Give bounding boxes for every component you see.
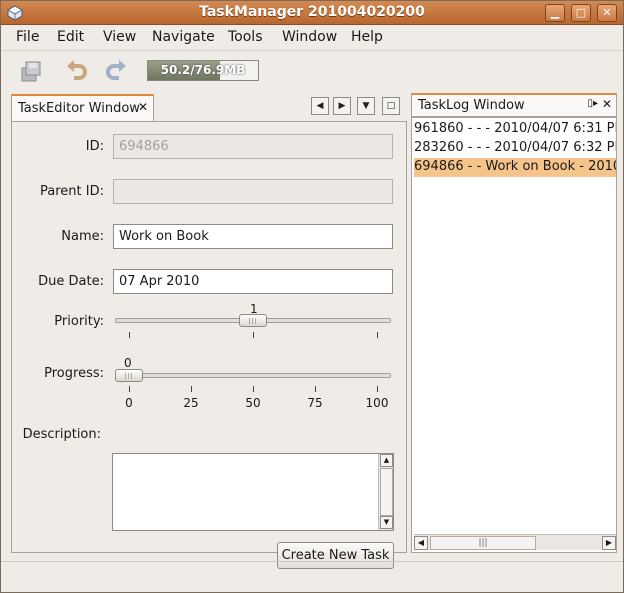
task-editor-panel: TaskEditor Window ✕ ◀ ▶ ▼ □ ID: 694866 P… — [10, 93, 407, 569]
menu-edit[interactable]: Edit — [57, 29, 84, 45]
scroll-thumb[interactable]: ||| — [430, 536, 536, 550]
menu-tools[interactable]: Tools — [228, 29, 263, 45]
scroll-right-button[interactable]: ▶ — [333, 97, 351, 115]
progress-tick-label: 25 — [183, 396, 199, 410]
priority-tick — [253, 332, 254, 338]
due-date-field[interactable]: 07 Apr 2010 — [113, 269, 393, 294]
list-item-selected[interactable]: 694866 - - Work on Book - 2010/04/07 — [414, 158, 616, 177]
minimize-panel-icon[interactable]: ▯▸ — [587, 98, 598, 109]
redo-icon[interactable] — [104, 59, 128, 83]
close-window-button[interactable]: ✕ — [597, 4, 617, 22]
progress-tick-label: 100 — [365, 396, 389, 410]
tab-task-editor[interactable]: TaskEditor Window ✕ — [11, 94, 154, 122]
tab-list-button[interactable]: ▼ — [357, 97, 375, 115]
id-label: ID: — [85, 139, 104, 154]
close-icon[interactable]: ✕ — [602, 97, 612, 111]
scroll-left-icon[interactable]: ◀ — [414, 536, 428, 550]
progress-tick-label: 75 — [307, 396, 323, 410]
undo-icon[interactable] — [65, 59, 89, 83]
id-field: 694866 — [113, 134, 393, 159]
title-bar: TaskManager 201004020200 ▁ □ ✕ — [1, 1, 623, 25]
tasklog-hscrollbar[interactable]: ◀ ||| ▶ — [414, 534, 616, 550]
progress-tick-label: 0 — [125, 396, 133, 410]
menu-bar: File Edit View Navigate Tools Window Hel… — [1, 25, 623, 49]
tasklog-list[interactable]: 961860 - - - 2010/04/07 6:31 PM 283260 -… — [411, 117, 617, 553]
status-bar — [1, 561, 623, 592]
menu-file[interactable]: File — [16, 29, 39, 45]
close-icon[interactable]: ✕ — [138, 100, 148, 114]
description-scrollbar[interactable]: ▲ ▼ — [378, 454, 393, 530]
list-item[interactable]: 961860 - - - 2010/04/07 6:31 PM — [414, 120, 616, 139]
description-label: Description: — [22, 427, 101, 442]
window-title: TaskManager 201004020200 — [199, 4, 425, 20]
menu-help[interactable]: Help — [351, 29, 383, 45]
priority-tick — [129, 332, 130, 338]
priority-slider-thumb[interactable] — [239, 314, 267, 327]
progress-tick — [191, 386, 192, 392]
progress-value: 0 — [124, 356, 132, 370]
menu-window[interactable]: Window — [282, 29, 337, 45]
name-field[interactable]: Work on Book — [113, 224, 393, 249]
toolbar: 50.2/76.9MB — [1, 50, 623, 88]
memory-indicator[interactable]: 50.2/76.9MB — [147, 60, 259, 81]
priority-tick — [377, 332, 378, 338]
task-editor-form: ID: 694866 Parent ID: Name: Work on Book… — [11, 121, 407, 569]
progress-label: Progress: — [44, 366, 104, 381]
description-textarea[interactable]: ▲ ▼ — [112, 453, 394, 531]
scroll-down-icon[interactable]: ▼ — [380, 516, 393, 529]
maximize-panel-button[interactable]: □ — [382, 97, 400, 115]
scroll-left-button[interactable]: ◀ — [311, 97, 329, 115]
tasklog-panel: TaskLog Window ▯▸ ✕ 961860 - - - 2010/04… — [411, 93, 617, 553]
parent-id-field — [113, 179, 393, 204]
tab-label: TaskEditor Window — [18, 101, 140, 116]
minimize-button[interactable]: ▁ — [545, 4, 565, 22]
tasklog-header: TaskLog Window ▯▸ ✕ — [411, 93, 617, 117]
progress-tick — [377, 386, 378, 392]
due-date-label: Due Date: — [38, 274, 104, 289]
menu-navigate[interactable]: Navigate — [152, 29, 215, 45]
parent-id-label: Parent ID: — [40, 184, 104, 199]
save-icon[interactable] — [19, 59, 43, 83]
tasklog-title: TaskLog Window — [418, 98, 525, 113]
progress-tick — [315, 386, 316, 392]
list-item[interactable]: 283260 - - - 2010/04/07 6:32 PM — [414, 139, 616, 158]
progress-slider-thumb[interactable] — [115, 369, 143, 382]
scroll-right-icon[interactable]: ▶ — [602, 536, 616, 550]
priority-label: Priority: — [54, 314, 104, 329]
maximize-button[interactable]: □ — [571, 4, 591, 22]
progress-tick — [253, 386, 254, 392]
scroll-thumb[interactable] — [380, 468, 393, 516]
progress-slider-track[interactable] — [115, 373, 391, 378]
main-window: TaskManager 201004020200 ▁ □ ✕ File Edit… — [0, 0, 624, 593]
menu-view[interactable]: View — [103, 29, 136, 45]
name-label: Name: — [61, 229, 104, 244]
progress-tick — [129, 386, 130, 392]
progress-tick-label: 50 — [245, 396, 261, 410]
memory-text: 50.2/76.9MB — [160, 63, 246, 77]
scroll-up-icon[interactable]: ▲ — [380, 454, 393, 467]
